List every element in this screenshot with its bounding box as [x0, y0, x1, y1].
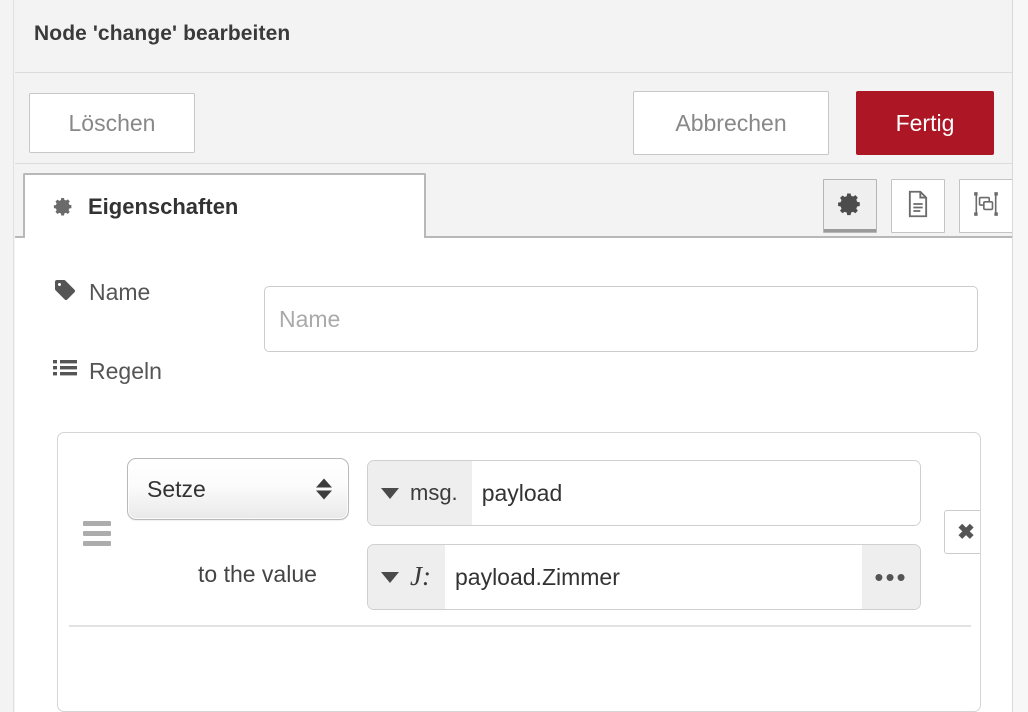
tab-eigenschaften[interactable]: Eigenschaften [23, 173, 426, 238]
name-input[interactable] [264, 286, 978, 352]
chevron-down-icon [381, 571, 399, 583]
name-label-group: Name [53, 278, 150, 307]
dialog-button-bar: Löschen Abbrechen Fertig [15, 73, 1012, 164]
change-node-edit-dialog: Node 'change' bearbeiten Löschen Abbrech… [0, 0, 1028, 712]
dialog-titlebar: Node 'change' bearbeiten [15, 0, 1012, 73]
delete-button[interactable]: Löschen [29, 93, 195, 153]
rule-target-type-select[interactable]: msg. [368, 461, 472, 525]
gear-icon [53, 196, 74, 217]
dialog-title: Node 'change' bearbeiten [34, 22, 291, 45]
tag-icon [53, 278, 77, 307]
tab-label: Eigenschaften [88, 193, 239, 219]
rule-target-type-label: msg. [410, 480, 458, 505]
properties-panel: Name Regeln [15, 238, 1012, 712]
rule-action-value: Setze [147, 475, 206, 502]
rule-source-typed-input: J: payload.Zimmer ••• [367, 544, 921, 610]
view-button-description[interactable] [891, 179, 945, 233]
cancel-button[interactable]: Abbrechen [633, 91, 829, 155]
drag-handle-icon[interactable] [83, 521, 111, 546]
chevron-down-icon [381, 487, 399, 499]
rule-target-typed-input: msg. payload [367, 460, 921, 526]
stepper-arrows-icon [316, 478, 332, 500]
rule-separator [69, 625, 971, 627]
rule-action-select[interactable]: Setze [127, 458, 349, 520]
remove-rule-button[interactable]: ✖ [944, 510, 980, 554]
view-button-properties[interactable] [823, 179, 877, 233]
name-label: Name [89, 279, 151, 305]
list-icon [53, 358, 77, 385]
rule-source-value-input[interactable]: payload.Zimmer [444, 545, 862, 609]
right-gutter [1013, 0, 1028, 712]
rules-label: Regeln [89, 358, 162, 384]
left-gutter [0, 0, 14, 712]
done-button[interactable]: Fertig [856, 91, 994, 155]
view-button-appearance[interactable] [959, 179, 1013, 233]
rule-source-type-select[interactable]: J: [368, 545, 445, 609]
rules-container: Setze msg. payload to the value J: paylo… [57, 432, 981, 712]
rule-target-value-input[interactable]: payload [471, 461, 920, 525]
rules-label-group: Regeln [53, 358, 162, 385]
tab-bar: Eigenschaften [15, 164, 1013, 238]
rule-row: Setze msg. payload to the value J: paylo… [58, 433, 980, 627]
appearance-icon [972, 190, 1000, 223]
jsonata-icon: J: [410, 560, 431, 591]
to-the-value-label: to the value [198, 561, 317, 587]
gear-icon [837, 191, 863, 222]
rule-source-expand-button[interactable]: ••• [862, 545, 920, 609]
document-icon [905, 190, 931, 223]
